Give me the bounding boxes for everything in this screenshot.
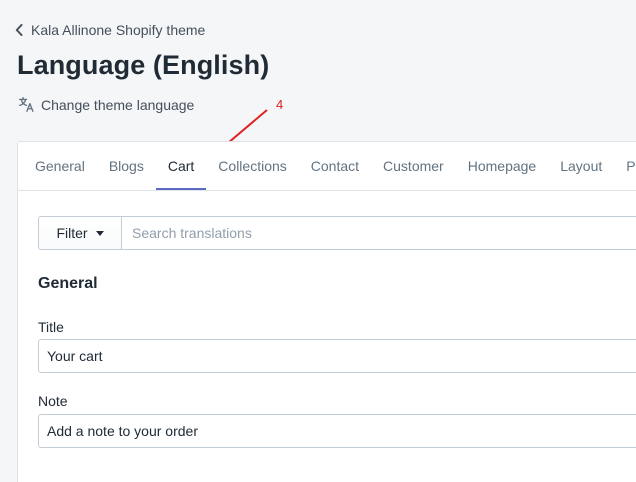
title-field-input[interactable]: [38, 339, 636, 373]
tab-layout[interactable]: Layout: [548, 142, 614, 190]
tab-customer[interactable]: Customer: [371, 142, 456, 190]
tab-label: Layout: [560, 158, 603, 174]
breadcrumb-back-link[interactable]: Kala Allinone Shopify theme: [15, 22, 205, 38]
tab-label: Collections: [218, 158, 287, 174]
tab-label: Cart: [167, 158, 195, 174]
tab-blogs[interactable]: Blogs: [97, 142, 156, 190]
note-field-label: Note: [38, 393, 68, 409]
tab-contact[interactable]: Contact: [299, 142, 371, 190]
tab-label: Products: [626, 158, 636, 174]
language-card: General Blogs Cart Collections Contact C…: [17, 141, 636, 482]
title-field-label: Title: [38, 319, 64, 335]
note-field-input[interactable]: [38, 414, 636, 448]
tab-label: Contact: [310, 158, 360, 174]
tab-label: General: [35, 158, 85, 174]
chevron-left-icon: [15, 23, 25, 37]
caret-down-icon: [95, 230, 104, 236]
change-theme-language-label: Change theme language: [41, 96, 195, 113]
tab-homepage[interactable]: Homepage: [456, 142, 549, 190]
search-translations-input[interactable]: [122, 216, 636, 250]
tab-products[interactable]: Products: [614, 142, 636, 190]
section-title: General: [38, 275, 98, 292]
tab-bar: General Blogs Cart Collections Contact C…: [18, 142, 636, 191]
tab-label: Customer: [383, 158, 444, 174]
filter-button-label: Filter: [56, 225, 88, 241]
filter-bar: Filter: [38, 216, 636, 250]
tab-cart[interactable]: Cart: [155, 142, 207, 190]
filter-button[interactable]: Filter: [38, 216, 122, 250]
tab-collections[interactable]: Collections: [206, 142, 298, 190]
tab-label: Blogs: [108, 158, 144, 174]
breadcrumb-label: Kala Allinone Shopify theme: [31, 22, 206, 38]
annotation-step-number: 4: [276, 97, 284, 112]
tab-label: Homepage: [467, 158, 537, 174]
tab-general[interactable]: General: [19, 142, 97, 190]
page-title: Language (English): [17, 50, 270, 80]
translate-icon: [18, 96, 35, 113]
change-theme-language-button[interactable]: Change theme language: [18, 96, 194, 113]
